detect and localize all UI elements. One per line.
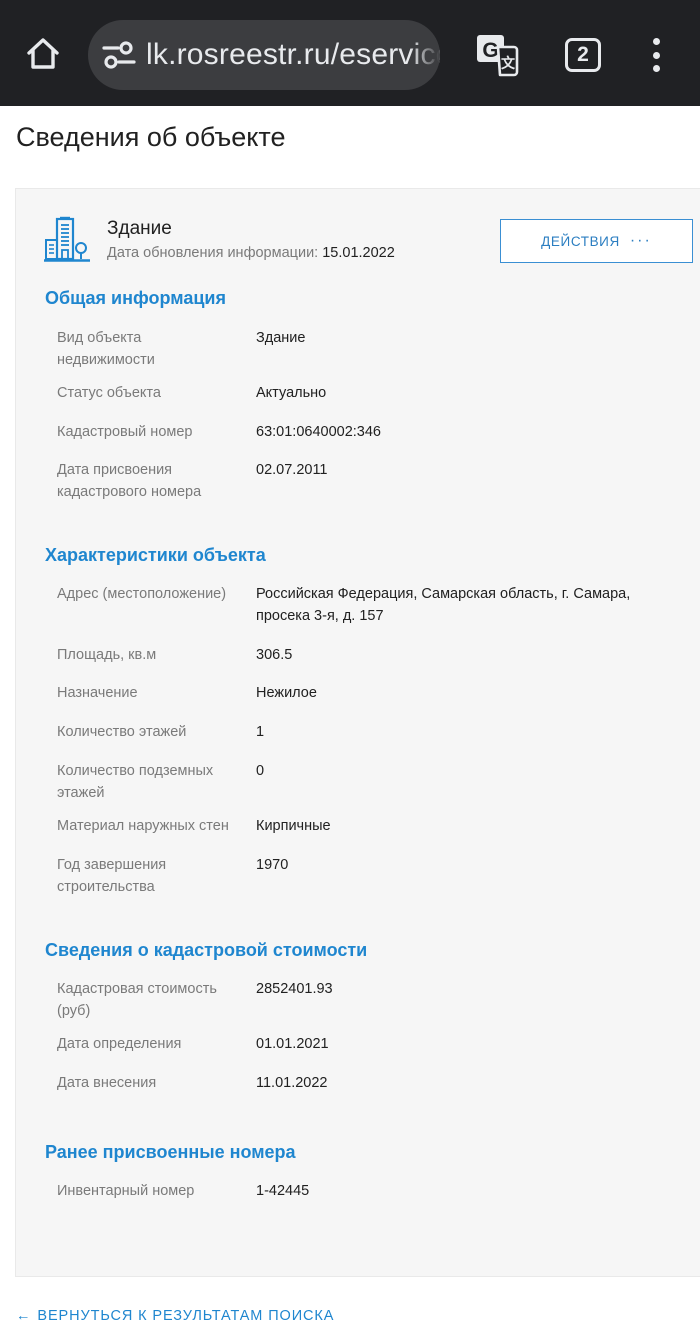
section-title-characteristics: Характеристики объекта — [45, 545, 266, 565]
field-value: 1970 — [256, 857, 289, 873]
update-info: Дата обновления информации: 15.01.2022 — [107, 245, 395, 261]
svg-text:G: G — [482, 39, 498, 62]
home-button[interactable] — [20, 30, 66, 76]
field-label: Площадь, кв.м — [57, 647, 157, 663]
field-label: Дата присвоения кадастрового номера — [57, 462, 202, 500]
field-label: Кадастровая стоимость (руб) — [57, 981, 217, 1019]
actions-button[interactable]: ДЕЙСТВИЯ ··· — [500, 219, 693, 263]
field-label: Дата определения — [57, 1036, 182, 1052]
field-label: Адрес (местоположение) — [57, 586, 227, 602]
section-title-cadastral-value: Сведения о кадастровой стоимости — [45, 940, 368, 960]
field-value: 1 — [256, 724, 265, 740]
back-to-results-label: ВЕРНУТЬСЯ К РЕЗУЛЬТАТАМ ПОИСКА — [37, 1308, 335, 1324]
field-value: 1-42445 — [256, 1183, 310, 1199]
more-vert-icon[interactable] — [643, 38, 669, 72]
home-icon — [27, 38, 59, 69]
field-value: Актуально — [256, 385, 327, 401]
url-fade — [410, 20, 440, 90]
browser-toolbar: lk.rosreestr.ru/eservices/real-estate-ob… — [0, 0, 700, 106]
field-label: Дата внесения — [57, 1075, 157, 1091]
field-value: 306.5 — [256, 647, 293, 663]
field-label: Количество подземных этажей — [57, 763, 214, 801]
field-label: Материал наружных стен — [57, 818, 229, 834]
field-label: Вид объекта недвижимости — [57, 330, 155, 368]
field-label: Статус объекта — [57, 385, 161, 401]
google-translate-icon: G 文 — [477, 35, 519, 77]
field-value: Российская Федерация, Самарская область,… — [256, 586, 631, 624]
update-label: Дата обновления информации: — [107, 245, 319, 261]
field-value: 0 — [256, 763, 265, 779]
field-value: Нежилое — [256, 685, 317, 701]
actions-label: ДЕЙСТВИЯ — [541, 233, 620, 249]
field-value: 2852401.93 — [256, 981, 333, 997]
section-title-previous-numbers: Ранее присвоенные номера — [45, 1142, 296, 1162]
field-label: Год завершения строительства — [57, 857, 167, 895]
arrow-left-icon: ← — [16, 1308, 32, 1324]
field-value: Здание — [256, 330, 306, 346]
back-to-results-link[interactable]: ← ВЕРНУТЬСЯ К РЕЗУЛЬТАТАМ ПОИСКА — [16, 1308, 334, 1324]
address-bar[interactable]: lk.rosreestr.ru/eservices/real-estate-ob… — [88, 20, 440, 90]
field-value: 01.01.2021 — [256, 1036, 329, 1052]
svg-text:文: 文 — [501, 55, 516, 72]
more-horiz-icon: ··· — [629, 232, 652, 249]
object-type-title: Здание — [107, 218, 172, 239]
field-label: Кадастровый номер — [57, 424, 193, 440]
field-label: Инвентарный номер — [57, 1183, 195, 1199]
tune-icon[interactable] — [102, 40, 136, 70]
field-label: Назначение — [57, 685, 138, 701]
url-text[interactable]: lk.rosreestr.ru/eservices/real-estate-ob… — [146, 38, 440, 72]
field-value: 02.07.2011 — [256, 462, 328, 478]
page-title: Сведения об объекте — [16, 122, 286, 152]
section-title-general: Общая информация — [45, 288, 226, 308]
tab-switcher-button[interactable]: 2 — [565, 38, 601, 72]
field-value: 63:01:0640002:346 — [256, 424, 381, 440]
translate-button[interactable]: G 文 — [474, 32, 520, 78]
building-icon — [44, 216, 90, 262]
field-label: Количество этажей — [57, 724, 187, 740]
field-value: Кирпичные — [256, 818, 331, 834]
update-date: 15.01.2022 — [322, 245, 395, 261]
field-value: 11.01.2022 — [256, 1075, 328, 1091]
tab-count: 2 — [577, 43, 589, 66]
